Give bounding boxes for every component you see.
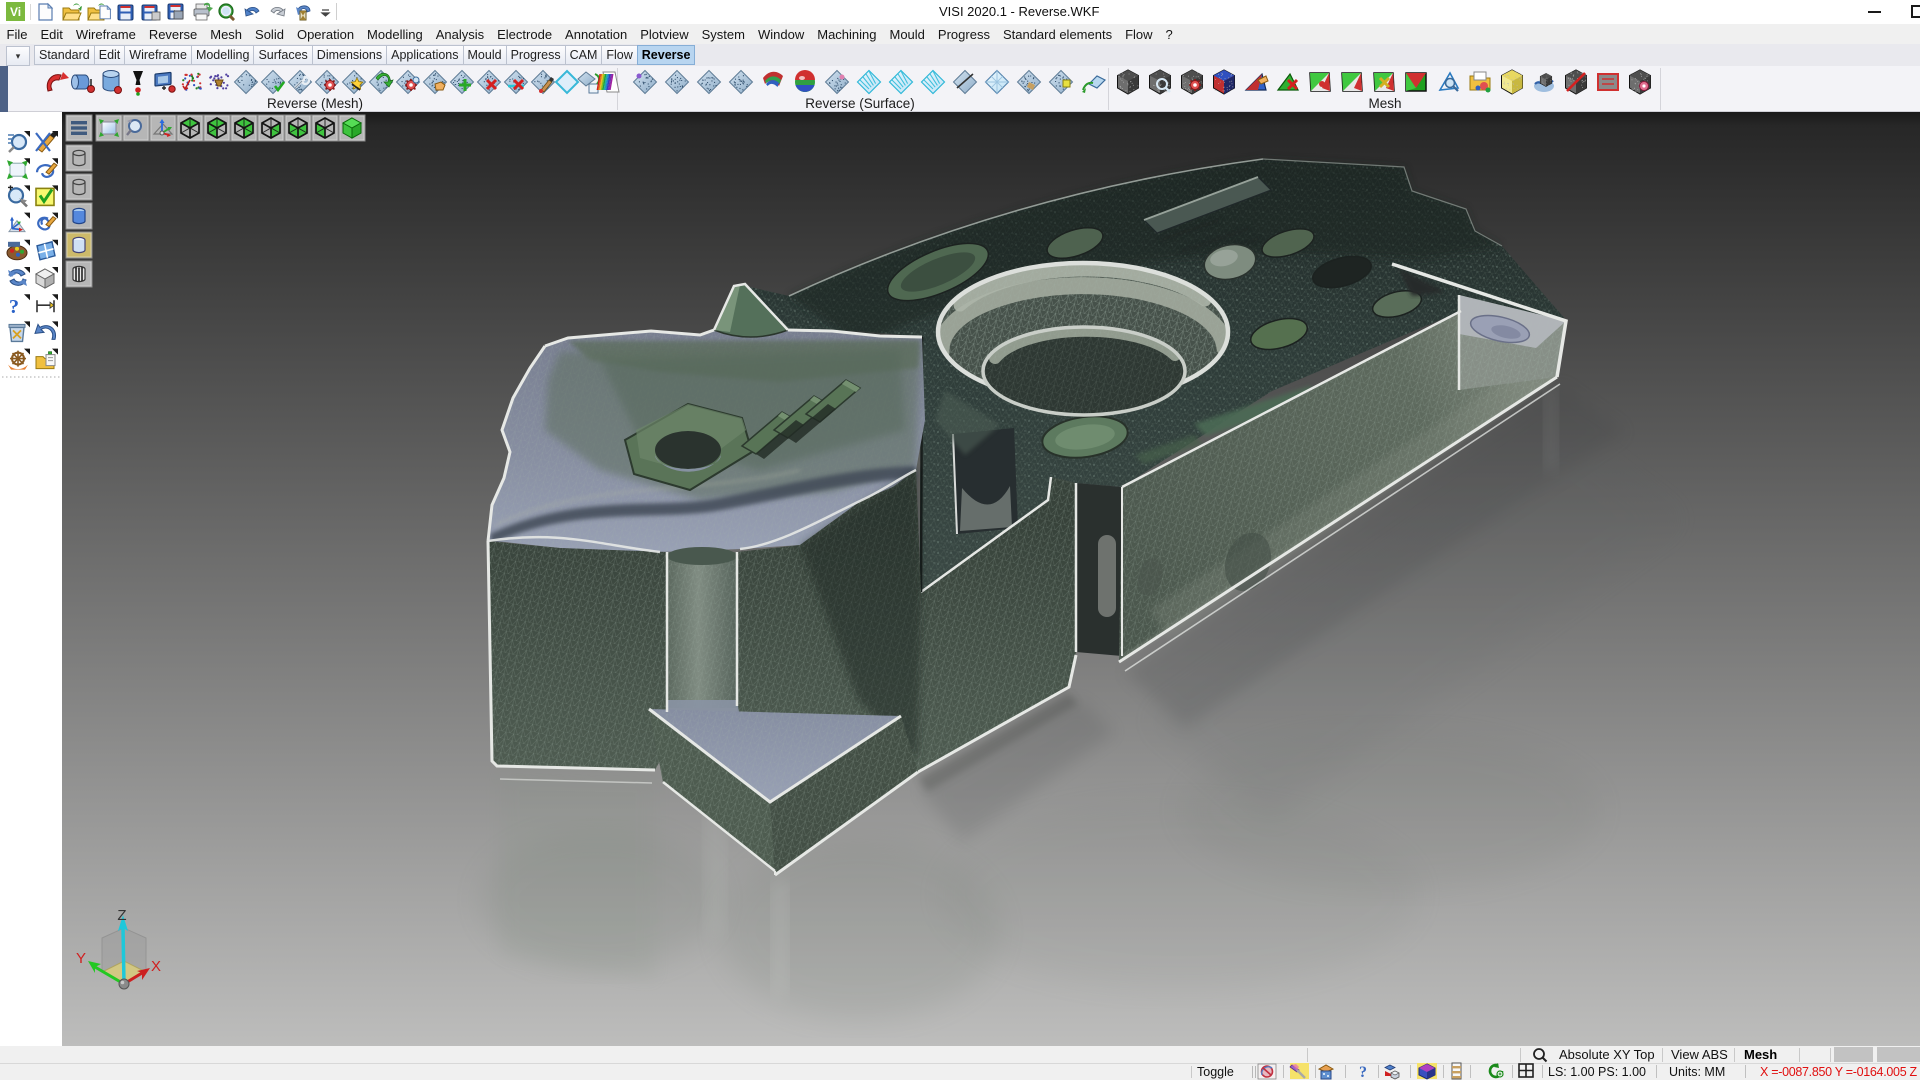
svg-text:Y: Y xyxy=(76,950,86,967)
svg-text:Z: Z xyxy=(117,907,126,924)
svg-text:X: X xyxy=(151,958,161,975)
